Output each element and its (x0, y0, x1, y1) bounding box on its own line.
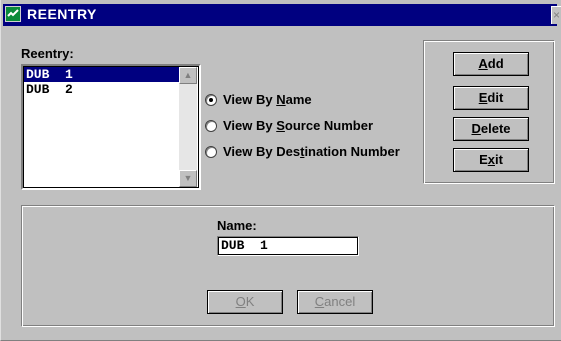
scroll-down-button[interactable]: ▼ (179, 170, 197, 187)
radio-button[interactable] (205, 94, 217, 106)
name-label: Name: (217, 218, 257, 233)
ok-button[interactable]: OK (207, 290, 283, 314)
radio-button[interactable] (205, 120, 217, 132)
scroll-up-button[interactable]: ▲ (179, 67, 197, 84)
reentry-window: REENTRY × Reentry: DUB 1 DUB 2 ▲ ▼ View … (0, 0, 561, 341)
radio-label: View By Source Number (223, 118, 374, 133)
list-scrollbar[interactable]: ▲ ▼ (179, 67, 197, 187)
app-icon (5, 6, 21, 22)
detail-group (21, 205, 555, 327)
arrow-down-icon: ▼ (183, 173, 193, 183)
exit-button[interactable]: Exit (453, 148, 529, 172)
delete-button[interactable]: Delete (453, 117, 529, 141)
name-field[interactable]: DUB 1 (217, 236, 359, 256)
cancel-button[interactable]: Cancel (297, 290, 373, 314)
close-icon: × (553, 8, 561, 22)
radio-button[interactable] (205, 146, 217, 158)
list-item[interactable]: DUB 2 (24, 82, 182, 97)
edit-button[interactable]: Edit (453, 86, 529, 110)
list-item[interactable]: DUB 1 (24, 67, 182, 82)
radio-label: View By Name (223, 92, 312, 107)
title-bar[interactable]: REENTRY (3, 4, 557, 26)
add-button[interactable]: Add (453, 52, 529, 76)
radio-label: View By Destination Number (223, 144, 400, 159)
arrow-up-icon: ▲ (183, 70, 193, 80)
close-button[interactable]: × (551, 6, 561, 24)
reentry-label: Reentry: (21, 46, 74, 61)
window-title: REENTRY (27, 6, 97, 22)
reentry-listbox[interactable]: DUB 1 DUB 2 ▲ ▼ (21, 64, 201, 190)
radio-selected-dot (209, 98, 213, 102)
